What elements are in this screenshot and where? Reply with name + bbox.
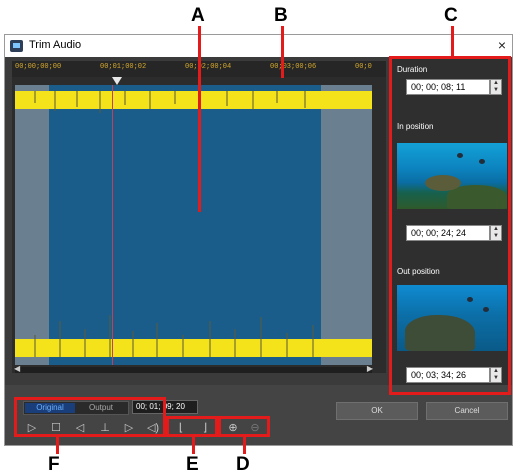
- cancel-button[interactable]: Cancel: [426, 402, 508, 420]
- app-icon: [10, 40, 23, 52]
- highlight-box-c: [389, 56, 511, 395]
- callout-d: D: [236, 454, 250, 475]
- scroll-right-icon[interactable]: ▶: [367, 364, 373, 373]
- waveform-peaks: [34, 91, 314, 357]
- callout-line-f: [56, 437, 59, 454]
- highlight-box-d: [218, 416, 270, 437]
- ok-button[interactable]: OK: [336, 402, 418, 420]
- title-bar: Trim Audio ×: [5, 35, 512, 57]
- callout-c: C: [444, 5, 458, 26]
- window-title: Trim Audio: [29, 39, 82, 51]
- current-position-line: [112, 85, 113, 365]
- ruler-tick: 00;02;00;04: [185, 63, 232, 71]
- waveform-area[interactable]: [15, 85, 372, 365]
- callout-f: F: [48, 454, 60, 475]
- callout-line-b: [281, 26, 284, 78]
- ruler-tick: 00;01;00;02: [100, 63, 147, 71]
- callout-e: E: [186, 454, 199, 475]
- callout-line-c: [451, 26, 454, 56]
- ruler-tick: 00;00;00;00: [15, 63, 62, 71]
- close-icon[interactable]: ×: [498, 37, 506, 53]
- scroll-left-icon[interactable]: ◀: [14, 364, 20, 373]
- highlight-box-f: [14, 397, 166, 437]
- ruler-tick: 00;0: [355, 63, 372, 71]
- highlight-box-e: [166, 416, 218, 437]
- callout-a: A: [191, 5, 205, 26]
- callout-line-e: [192, 437, 195, 454]
- callout-line-a: [198, 26, 201, 212]
- callout-line-d: [243, 437, 246, 454]
- ruler-tick: 00;03;00;06: [270, 63, 317, 71]
- callout-b: B: [274, 5, 288, 26]
- playhead-marker[interactable]: [112, 77, 122, 85]
- horizontal-scrollbar[interactable]: ◀ ▶: [14, 364, 373, 373]
